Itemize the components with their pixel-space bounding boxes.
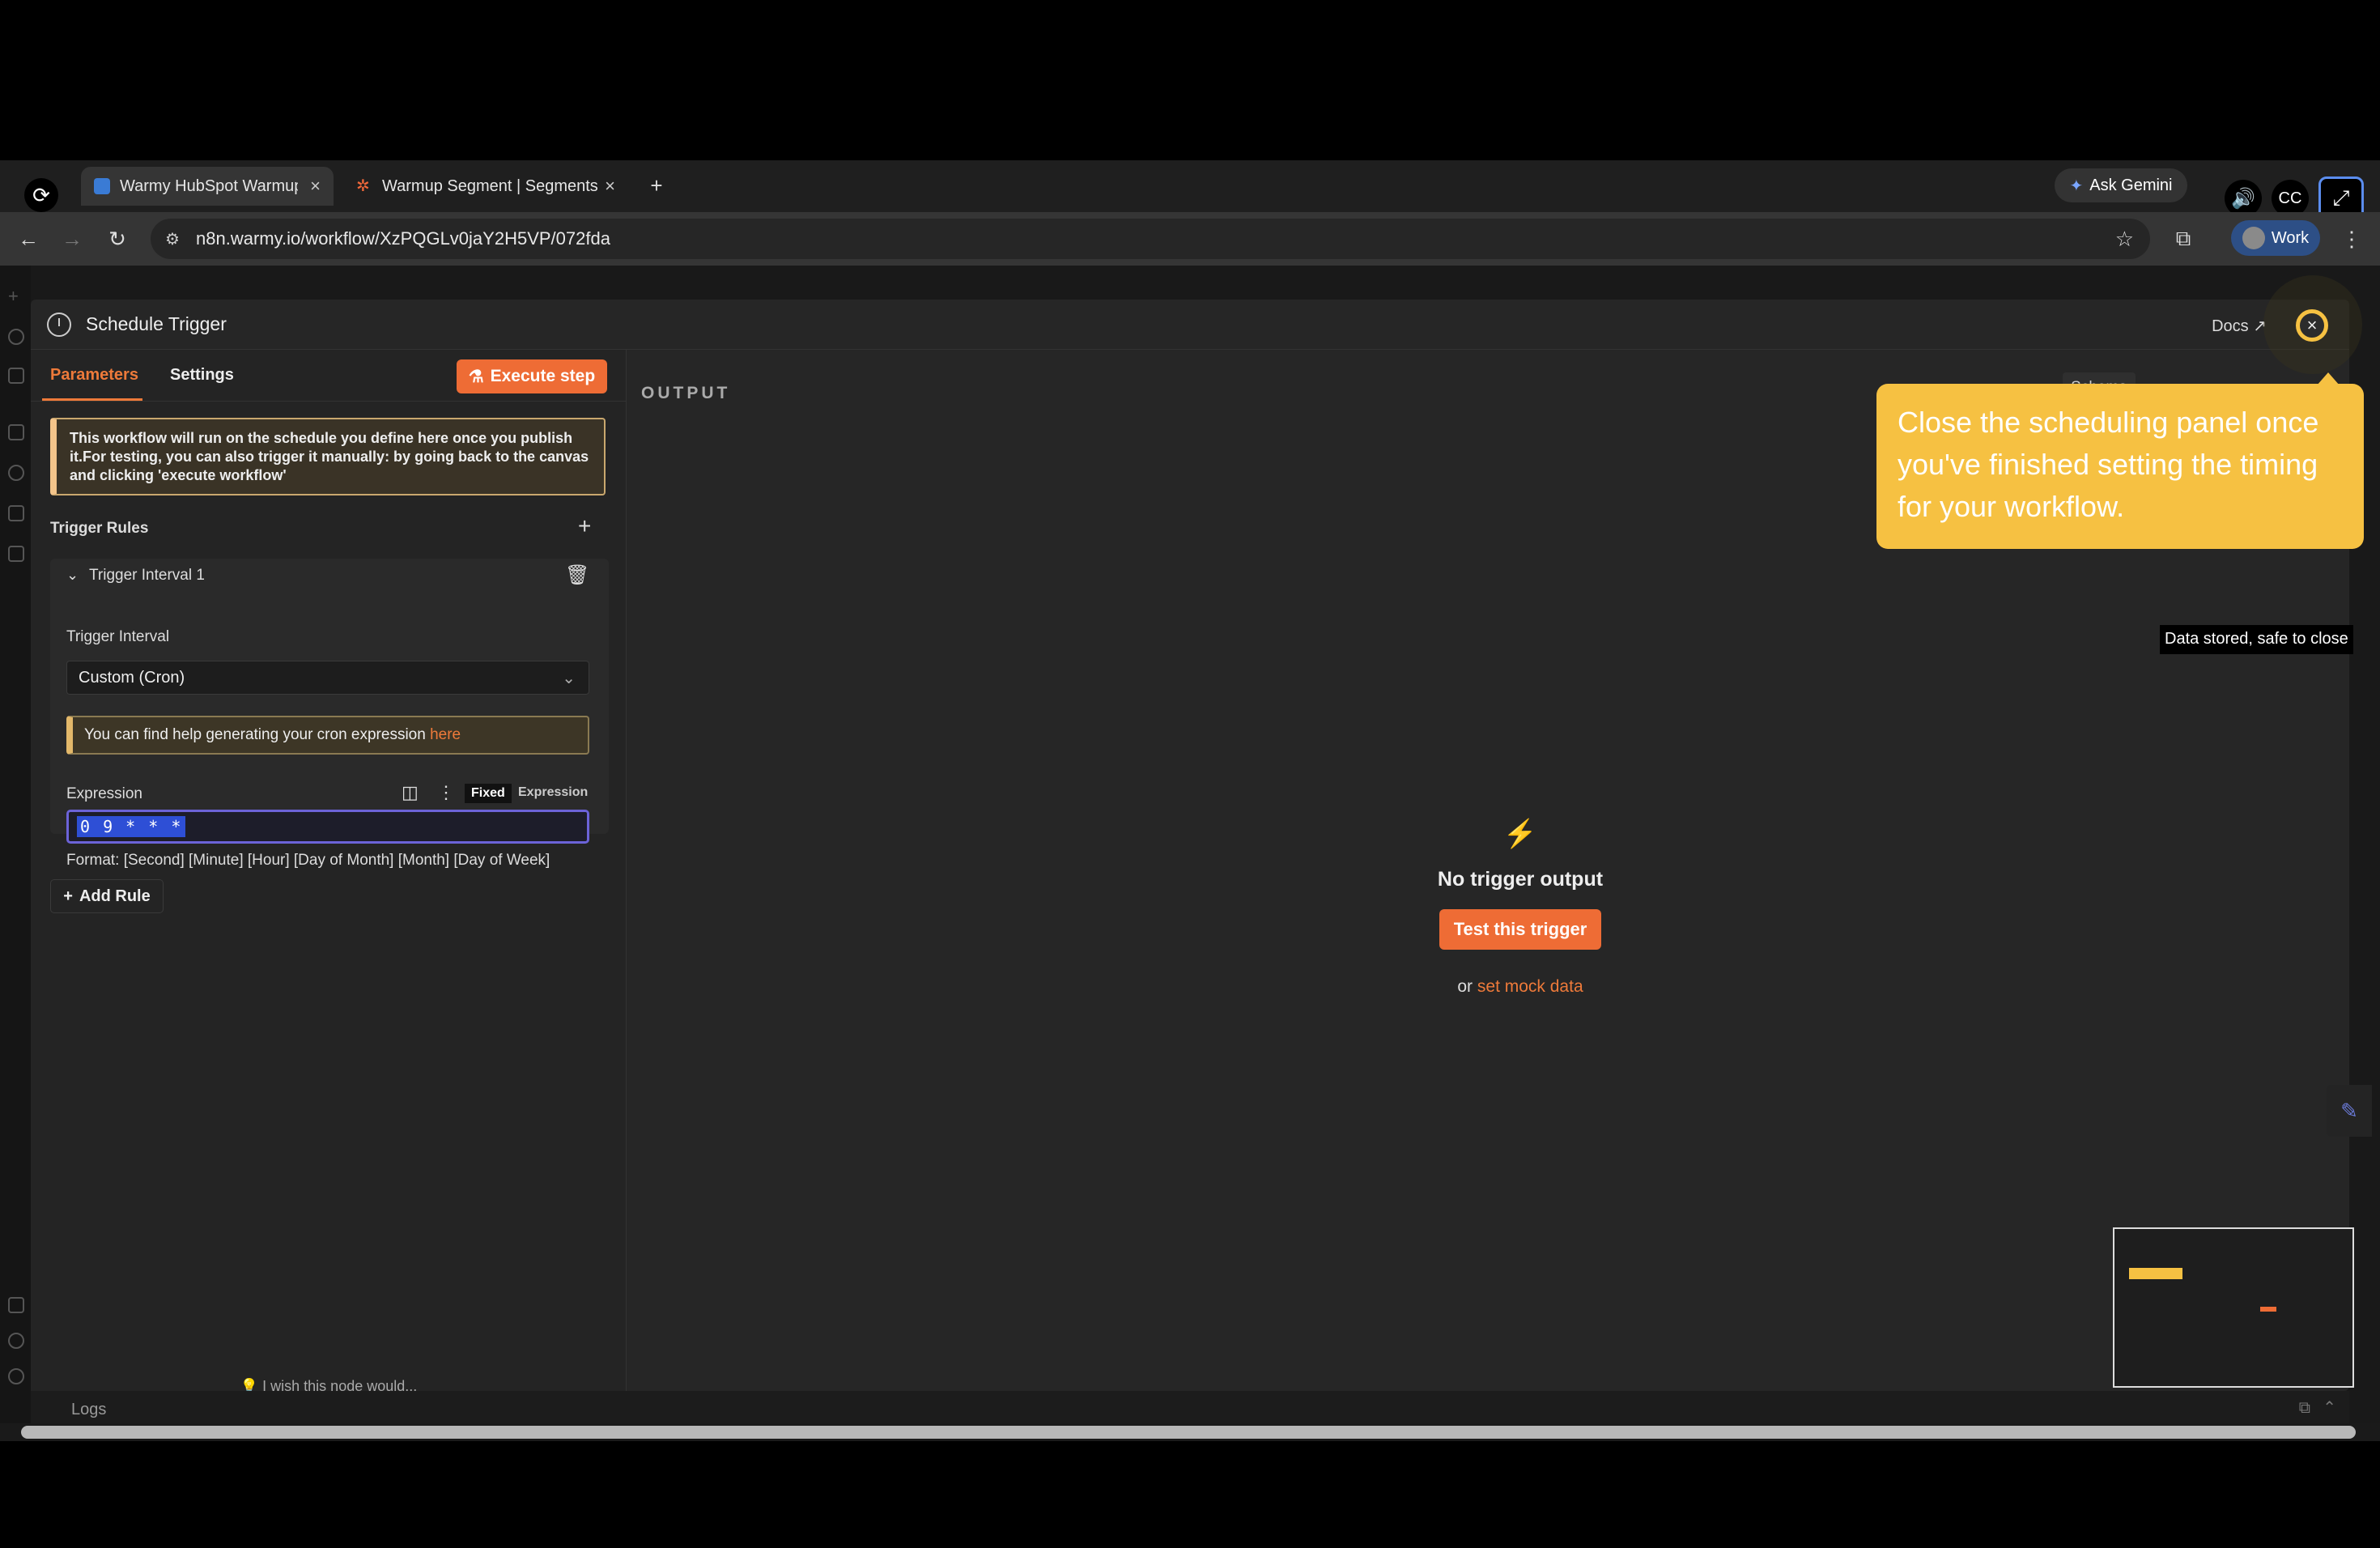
tab-warmy-hubspot[interactable]: Warmy HubSpot Warmup R × (81, 167, 334, 206)
active-tab-underline (42, 398, 142, 401)
flask-icon: ⚗ (468, 367, 484, 386)
url-input[interactable]: ⚙ n8n.warmy.io/workflow/XzPQGLv0jaY2H5VP… (151, 219, 2150, 259)
avatar (2242, 227, 2265, 249)
reload-badge-icon[interactable]: ⟳ (24, 178, 58, 212)
cron-help-hint: You can find help generating your cron e… (66, 716, 589, 755)
docs-link[interactable]: Docs ↗ (2212, 316, 2267, 336)
scrollbar-thumb[interactable] (21, 1426, 2356, 1439)
trigger-interval-select[interactable]: Custom (Cron) ⌄ (66, 661, 589, 695)
tab-close-icon[interactable]: × (605, 176, 615, 197)
minimap-button-mark (2260, 1307, 2276, 1312)
plus-icon: + (63, 887, 73, 905)
clock-icon (47, 313, 71, 337)
edit-output-icon[interactable]: ✎ (2327, 1085, 2372, 1137)
hubspot-icon: ✲ (356, 177, 370, 195)
tab-settings[interactable]: Settings (170, 366, 234, 385)
trigger-rules-label: Trigger Rules (50, 520, 149, 537)
tab-warmup-segment[interactable]: ✲ Warmup Segment | Segments × (343, 167, 628, 206)
nav-add-icon[interactable]: + (8, 287, 24, 306)
panel-header: Schedule Trigger Docs ↗ × (31, 275, 2362, 374)
kebab-icon[interactable]: ⋮ (437, 782, 455, 803)
chevron-up-icon[interactable]: ⌃ (2323, 1397, 2336, 1418)
nav-chat-icon[interactable] (8, 546, 24, 562)
nav-templates-icon[interactable] (8, 1297, 24, 1313)
nav-share-icon[interactable] (8, 505, 24, 521)
cron-format-text: Format: [Second] [Minute] [Hour] [Day of… (66, 852, 550, 869)
left-nav: + (0, 266, 31, 1423)
panel-title: Schedule Trigger (86, 313, 227, 334)
menu-kebab-icon[interactable]: ⋮ (2335, 222, 2369, 256)
cron-expression-input[interactable]: 0 9 * * * (66, 810, 589, 844)
tab-parameters[interactable]: Parameters (50, 366, 138, 385)
schedule-notice: This workflow will run on the schedule y… (50, 418, 606, 495)
browser-tab-bar: ⟳ Warmy HubSpot Warmup R × ✲ Warmup Segm… (0, 160, 2380, 220)
minimap-preview[interactable] (2113, 1227, 2354, 1388)
trigger-interval-title: Trigger Interval 1 (89, 567, 205, 584)
chevron-down-icon: ⌄ (562, 669, 576, 687)
reload-icon[interactable]: ↻ (100, 222, 134, 256)
tab-favicon-icon (94, 178, 110, 194)
logs-bar[interactable]: Logs ⧉ ⌃ (31, 1391, 2349, 1423)
add-rule-button[interactable]: + Add Rule (50, 879, 164, 913)
horizontal-scrollbar[interactable] (0, 1423, 2380, 1441)
bookmark-star-icon[interactable]: ☆ (2115, 227, 2134, 252)
profile-work-button[interactable]: Work (2231, 220, 2320, 256)
nav-settings-icon[interactable] (8, 1368, 24, 1384)
lightning-icon: ⚡ (1502, 819, 1538, 849)
close-icon: × (2306, 315, 2318, 335)
close-panel-button[interactable]: × (2296, 309, 2328, 342)
nav-search-icon[interactable] (8, 329, 24, 345)
popout-icon[interactable]: ⧉ (2299, 1399, 2310, 1418)
site-settings-icon[interactable]: ⚙ (165, 229, 180, 249)
empty-output: ⚡ No trigger output Test this trigger or… (1342, 818, 1698, 997)
gemini-spark-icon: ✦ (2069, 176, 2084, 195)
tab-close-icon[interactable]: × (310, 176, 321, 197)
parameters-pane: Parameters Settings ⚗ Execute step This w… (31, 350, 627, 1394)
trash-icon[interactable]: 🗑 (565, 563, 589, 587)
ask-gemini-button[interactable]: ✦ Ask Gemini (2055, 168, 2187, 202)
no-output-title: No trigger output (1437, 868, 1604, 891)
back-icon[interactable]: ← (11, 222, 45, 256)
browser-address-bar: ← → ↻ ⚙ n8n.warmy.io/workflow/XzPQGLv0ja… (0, 212, 2380, 266)
param-tabs: Parameters Settings ⚗ Execute step (31, 350, 627, 402)
minimap-callout-mark (2129, 1268, 2182, 1279)
mock-data-line: or set mock data (1457, 977, 1583, 996)
add-trigger-rule-icon[interactable]: + (578, 513, 591, 539)
close-tooltip: Data stored, safe to close (2160, 625, 2353, 654)
new-tab-icon[interactable]: + (640, 168, 674, 202)
selected-expression-text: 0 9 * * * (77, 816, 186, 837)
forward-icon[interactable]: → (55, 222, 89, 256)
extensions-icon[interactable]: ⧉ (2166, 222, 2200, 256)
mode-expression-button[interactable]: Expression (518, 785, 588, 800)
set-mock-data-link[interactable]: set mock data (1477, 977, 1583, 996)
nav-panel-icon[interactable] (8, 368, 24, 384)
expression-label: Expression (66, 785, 142, 802)
guide-callout: Close the scheduling panel once you've f… (1876, 372, 2364, 549)
screen: ⟳ Warmy HubSpot Warmup R × ✲ Warmup Segm… (0, 0, 2380, 1548)
cron-help-link[interactable]: here (430, 726, 461, 744)
execute-step-button[interactable]: ⚗ Execute step (457, 359, 607, 393)
output-label: OUTPUT (641, 384, 731, 402)
nav-help-icon[interactable] (8, 1333, 24, 1349)
mode-fixed-button[interactable]: Fixed (465, 784, 512, 803)
trigger-interval-label: Trigger Interval (66, 628, 170, 645)
test-trigger-button[interactable]: Test this trigger (1439, 909, 1602, 950)
split-view-icon[interactable]: ◫ (402, 782, 419, 803)
nav-user-icon[interactable] (8, 465, 24, 481)
chevron-down-icon[interactable]: ⌄ (66, 567, 79, 584)
nav-home-icon[interactable] (8, 424, 24, 440)
